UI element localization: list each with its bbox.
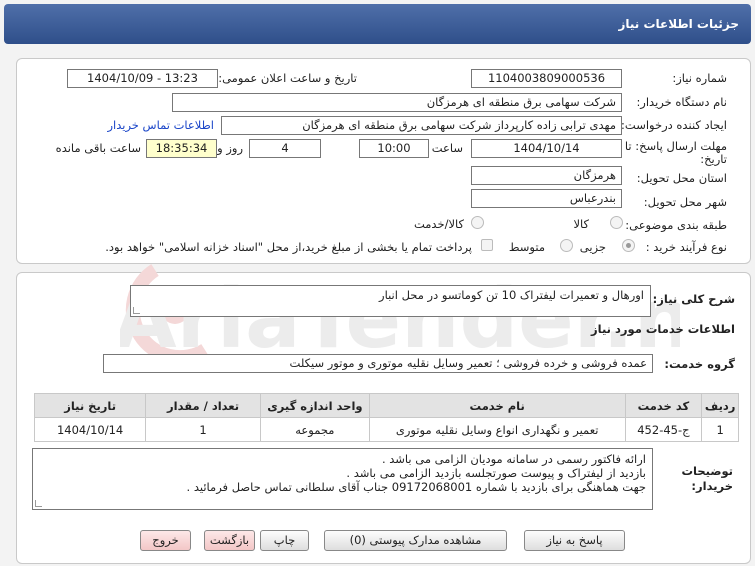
col-header-need-date: تاریخ نیاز xyxy=(33,393,147,418)
buyer-org-label: نام دستگاه خریدار: xyxy=(636,95,727,109)
purchase-type-label: نوع فرآیند خرید : xyxy=(645,240,727,254)
treasury-payment-note: پرداخت تمام یا بخشی از مبلغ خرید،از محل … xyxy=(105,240,472,254)
category-label: طبقه بندی موضوعی: xyxy=(625,218,727,232)
table-row: 1 ج-45-452 تعمیر و نگهداری انواع وسایل ن… xyxy=(33,417,739,442)
treasury-payment-checkbox[interactable] xyxy=(481,239,493,251)
print-button[interactable]: چاپ xyxy=(260,530,309,551)
province-field: هرمزگان xyxy=(471,166,622,185)
exit-button[interactable]: خروج xyxy=(140,530,191,551)
announce-datetime-label: تاریخ و ساعت اعلان عمومی: xyxy=(218,71,357,85)
buyer-org-field: شرکت سهامی برق منطقه ای هرمزگان xyxy=(172,93,622,112)
buyer-notes-label: توضیحات xyxy=(681,464,734,478)
services-table: ردیف کد خدمت نام خدمت واحد اندازه گیری ت… xyxy=(33,393,739,442)
purchase-type-medium-label: متوسط xyxy=(508,240,545,254)
description-text: اورهال و تعمیرات لیفتراک 10 تن کوماتسو د… xyxy=(379,288,644,302)
category-goods-service-label: کالا/خدمت xyxy=(413,217,464,231)
city-label: شهر محل تحویل: xyxy=(643,195,727,209)
buyer-contact-link[interactable]: اطلاعات تماس خریدار xyxy=(107,118,214,132)
reply-button[interactable]: پاسخ به نیاز xyxy=(524,530,625,551)
category-goods-service-radio[interactable] xyxy=(471,216,484,229)
buyer-note-line: بازدید از لیفتراک و پیوست صورتجلسه بازدی… xyxy=(346,466,646,480)
description-field: اورهال و تعمیرات لیفتراک 10 تن کوماتسو د… xyxy=(130,285,651,317)
purchase-type-minor-label: جزیی xyxy=(579,240,606,254)
col-header-quantity: تعداد / مقدار xyxy=(145,393,261,418)
creator-field: مهدی ترابی زاده کارپرداز شرکت سهامی برق … xyxy=(221,116,622,135)
remaining-time-label: ساعت باقی مانده xyxy=(55,141,141,155)
page-header: جزئیات اطلاعات نیاز xyxy=(4,4,751,44)
purchase-type-medium-radio[interactable] xyxy=(560,239,573,252)
deadline-label-date: تاریخ: xyxy=(700,152,727,166)
services-section-title: اطلاعات خدمات مورد نیاز xyxy=(591,322,735,336)
view-attachments-button[interactable]: مشاهده مدارک پیوستی (0) xyxy=(324,530,507,551)
remaining-time-field: 18:35:34 xyxy=(146,139,217,158)
cell-quantity: 1 xyxy=(145,417,261,442)
col-header-service-name: نام خدمت xyxy=(368,393,626,418)
cell-service-name: تعمیر و نگهداری انواع وسایل نقلیه موتوری xyxy=(368,417,626,442)
days-remaining-field: 4 xyxy=(249,139,321,158)
need-details-panel xyxy=(16,58,751,264)
table-header-row: ردیف کد خدمت نام خدمت واحد اندازه گیری ت… xyxy=(33,393,739,418)
need-number-label: شماره نیاز: xyxy=(672,71,727,85)
creator-label: ایجاد کننده درخواست: xyxy=(621,118,727,132)
service-group-field: عمده فروشی و خرده فروشی ؛ تعمیر وسایل نق… xyxy=(103,354,653,373)
cell-need-date: 1404/10/14 xyxy=(33,417,147,442)
back-button[interactable]: بازگشت xyxy=(204,530,255,551)
deadline-date-field: 1404/10/14 xyxy=(471,139,622,158)
cell-row-number: 1 xyxy=(701,417,739,442)
service-group-label: گروه خدمت: xyxy=(664,357,735,371)
resize-handle[interactable] xyxy=(35,500,42,507)
category-goods-radio[interactable] xyxy=(610,216,623,229)
buyer-notes-field: ارائه فاکتور رسمی در سامانه مودیان الزام… xyxy=(32,448,653,510)
col-header-row-number: ردیف xyxy=(701,393,739,418)
cell-unit: مجموعه xyxy=(259,417,370,442)
purchase-type-minor-radio[interactable] xyxy=(622,239,635,252)
deadline-label: مهلت ارسال پاسخ: تا xyxy=(624,139,727,153)
description-label: شرح کلی نیاز: xyxy=(652,292,735,306)
buyer-notes-label-2: خریدار: xyxy=(691,479,733,493)
resize-handle[interactable] xyxy=(133,307,140,314)
city-field: بندرعباس xyxy=(471,189,622,208)
deadline-time-label: ساعت xyxy=(431,141,463,155)
days-label: روز و xyxy=(217,141,243,155)
category-goods-label: کالا xyxy=(573,217,589,231)
buyer-note-line: جهت هماهنگی برای بازدید با شماره 0917206… xyxy=(186,480,646,494)
page-title: جزئیات اطلاعات نیاز xyxy=(618,17,739,31)
col-header-unit: واحد اندازه گیری xyxy=(259,393,370,418)
need-number-field: 1104003809000536 xyxy=(471,69,622,88)
deadline-time-field: 10:00 xyxy=(359,139,429,158)
cell-service-code: ج-45-452 xyxy=(624,417,703,442)
buyer-note-line: ارائه فاکتور رسمی در سامانه مودیان الزام… xyxy=(381,452,646,466)
province-label: استان محل تحویل: xyxy=(636,171,727,185)
announce-datetime-field: 1404/10/09 - 13:23 xyxy=(67,69,218,88)
col-header-service-code: کد خدمت xyxy=(624,393,703,418)
